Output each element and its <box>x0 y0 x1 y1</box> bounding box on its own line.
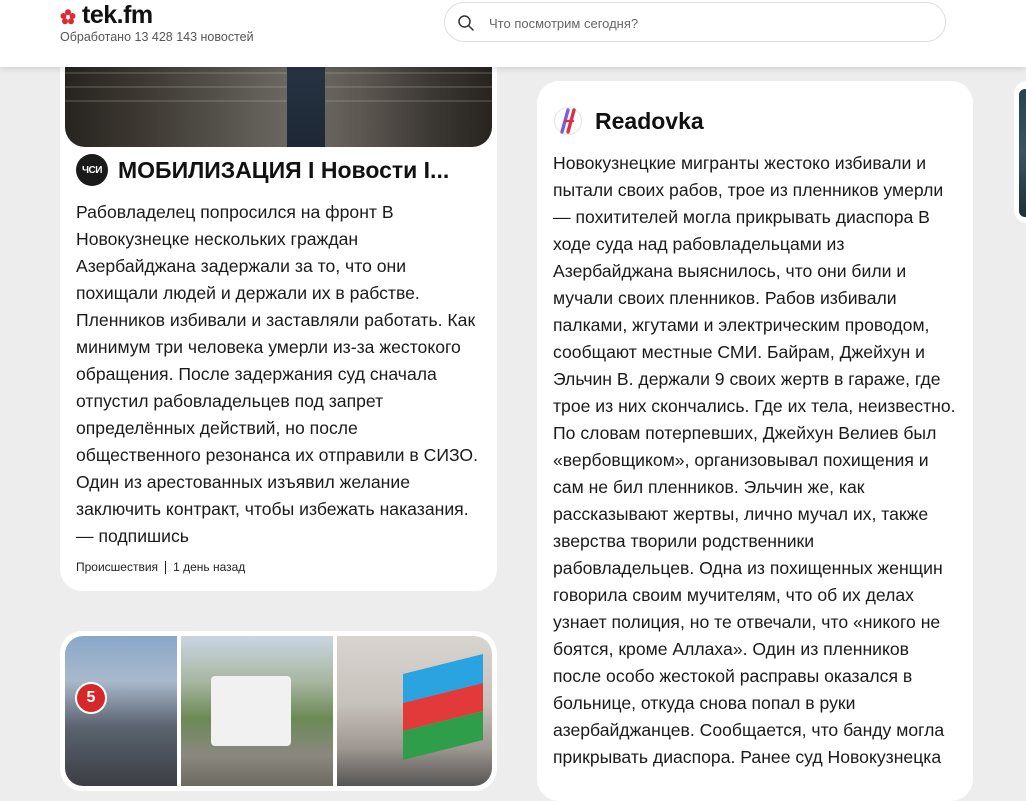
store-logo-icon: 5 <box>75 682 107 714</box>
meta-divider <box>165 560 167 574</box>
search-icon <box>458 15 474 31</box>
text-line: больнице, откуда снова попал в руки <box>553 693 856 713</box>
text-line: Азербайджана выяснилось, что они били и <box>553 261 907 281</box>
text-line: обращения. После задержания суд сначала <box>76 364 437 384</box>
search-bar[interactable] <box>444 2 946 43</box>
text-line: трое из них скончались. Где их тела, неи… <box>553 396 956 416</box>
text-line: отпустил рабовладельцев под запрет <box>76 391 384 411</box>
text-line: палками, жгутами и электрическим проводо… <box>553 315 930 335</box>
text-line: общественного резонанса их отправили в С… <box>76 445 478 465</box>
flag-icon <box>403 654 483 760</box>
news-photo[interactable] <box>1019 89 1026 217</box>
text-line: Пленников избивали и заставляли работать… <box>76 310 476 330</box>
card-source[interactable]: Readovka <box>553 106 704 136</box>
text-line: Новокузнецкие мигранты жестоко избивали … <box>553 153 927 173</box>
card-source[interactable]: ЧСИ МОБИЛИЗАЦИЯ I Новости I... <box>76 154 449 186</box>
text-line: пытали своих рабов, трое из пленников ум… <box>553 180 944 200</box>
text-line: прикрывать диаспора. Ранее суд Новокузне… <box>553 747 942 767</box>
source-name: МОБИЛИЗАЦИЯ I Новости I... <box>118 156 450 183</box>
text-line: минимум три человека умерли из-за жесток… <box>76 337 461 357</box>
category-tag[interactable]: Происшествия <box>76 560 158 574</box>
text-line: — похитителей могла прикрывать диаспора … <box>553 207 930 227</box>
text-line: Азербайджана задержали за то, что они <box>76 256 407 276</box>
news-text[interactable]: Новокузнецкие мигранты жестоко избивали … <box>553 150 965 771</box>
text-line: говорила своим мучителям, что об их дела… <box>553 585 914 605</box>
text-line: сам не бил пленников. Эльчин же, как <box>553 477 865 497</box>
text-line: боятся, кроме Аллаха». Один из пленников <box>553 639 910 659</box>
text-line: после особо жестокой расправы оказался в <box>553 666 913 686</box>
news-card[interactable]: ЧСИ МОБИЛИЗАЦИЯ I Новости I... Рабовладе… <box>60 20 497 591</box>
red-flower-icon <box>60 9 76 25</box>
text-line: Один из арестованных изъявил желание <box>76 472 410 492</box>
text-line: — подпишись <box>76 526 189 546</box>
text-line: сообщают местные СМИ. Байрам, Джейхун и <box>553 342 925 362</box>
card-meta: Происшествия 1 день назад <box>76 560 245 574</box>
text-line: заключить контракт, чтобы избежать наказ… <box>76 499 469 519</box>
text-line: азербайджанцев. Сообщается, что банду мо… <box>553 720 945 740</box>
collage-photo <box>337 636 492 786</box>
readovka-logo-icon <box>554 107 582 135</box>
text-line: мучали своих пленников. Рабов избивали <box>553 288 897 308</box>
collage-photo: 5 <box>65 636 177 786</box>
news-text[interactable]: Рабовладелец попросился на фронт В Новоку… <box>76 199 486 550</box>
top-header: tek.fm Обработано 13 428 143 новостей <box>0 0 1026 67</box>
source-name: Readovka <box>595 107 704 134</box>
processed-counter: Обработано 13 428 143 новостей <box>60 30 254 44</box>
source-avatar: ЧСИ <box>76 154 108 186</box>
text-line: По словам потерпевших, Джейхун Велиев бы… <box>553 423 937 443</box>
text-line: зверства творили родственники <box>553 531 815 551</box>
timestamp: 1 день назад <box>173 560 246 574</box>
text-line: Эльчин В. держали 9 своих жертв в гараже… <box>553 369 941 389</box>
news-card[interactable] <box>1014 81 1026 223</box>
text-line: похищали людей и держали их в рабстве. <box>76 283 420 303</box>
text-line: Новокузнецке нескольких граждан <box>76 229 359 249</box>
collage-photo <box>181 636 333 786</box>
text-line: рабовладельцев. Одна из похищенных женщи… <box>553 558 943 578</box>
text-line: узнает полиция, но те отвечали, что «ник… <box>553 612 941 632</box>
logo-text: tek.fm <box>82 0 153 29</box>
site-logo[interactable]: tek.fm <box>60 0 153 30</box>
text-line: Рабовладелец попросился на фронт В <box>76 202 394 222</box>
news-card[interactable]: 5 <box>60 631 497 791</box>
news-photo-collage[interactable]: 5 <box>65 636 492 786</box>
text-line: «вербовщиком», организовывал похищения и <box>553 450 929 470</box>
news-card[interactable]: Readovka Новокузнецкие мигранты жестоко … <box>537 81 973 801</box>
search-input[interactable] <box>487 3 931 43</box>
text-line: рассказывают жертвы, лично мучал их, так… <box>553 504 929 524</box>
text-line: ходе суда над рабовладельцами из <box>553 234 845 254</box>
text-line: определённых действий, но после <box>76 418 358 438</box>
